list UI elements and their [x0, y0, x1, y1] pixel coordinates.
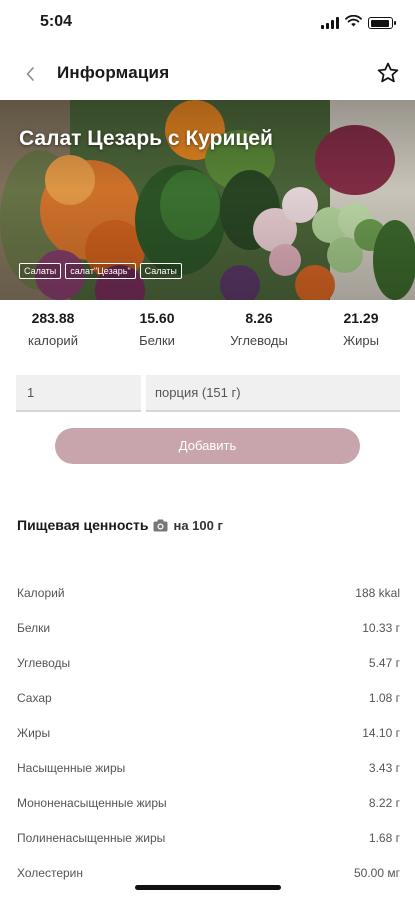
- nutrient-value: 1.08 г: [368, 690, 400, 705]
- nutrition-row: Насыщенные жиры 3.43 г: [17, 750, 400, 785]
- nutrient-name: Полиненасыщенные жиры: [17, 830, 166, 845]
- nutrition-row: Белки 10.33 г: [17, 610, 400, 645]
- nutrient-name: Сахар: [17, 690, 52, 705]
- macro-value: 15.60: [139, 310, 175, 326]
- nutrient-name: Мононенасыщенные жиры: [17, 795, 167, 810]
- tag-chip[interactable]: Салаты: [19, 263, 62, 279]
- nutrition-table: Калорий 188 kkal Белки 10.33 г Углеводы …: [17, 575, 400, 890]
- portion-select[interactable]: порция (151 г): [146, 375, 400, 412]
- signal-icon: [321, 17, 339, 29]
- nutrition-row: Мононенасыщенные жиры 8.22 г: [17, 785, 400, 820]
- macro-value: 21.29: [343, 310, 379, 326]
- nutrient-value: 10.33 г: [362, 620, 400, 635]
- nutrient-value: 188 kkal: [355, 585, 400, 600]
- macro-carbs: 8.26 Углеводы: [214, 310, 304, 348]
- nutrition-title: Пищевая ценность: [17, 517, 149, 533]
- nutrition-row: Калорий 188 kkal: [17, 575, 400, 610]
- macro-label: Белки: [139, 333, 175, 348]
- nutrient-value: 1.68 г: [368, 830, 400, 845]
- favorite-button[interactable]: [373, 58, 403, 88]
- back-button[interactable]: [16, 60, 44, 88]
- add-button[interactable]: Добавить: [55, 428, 360, 464]
- macro-value: 283.88: [31, 310, 75, 326]
- wifi-icon: [345, 14, 362, 32]
- camera-icon: [153, 519, 168, 531]
- nutrient-name: Жиры: [17, 725, 51, 740]
- nutrient-name: Белки: [17, 620, 51, 635]
- macro-value: 8.26: [245, 310, 273, 326]
- nutrition-row: Углеводы 5.47 г: [17, 645, 400, 680]
- tag-chip[interactable]: Салаты: [139, 263, 182, 279]
- macro-protein: 15.60 Белки: [112, 310, 202, 348]
- nav-bar: Информация: [0, 52, 415, 94]
- nutrition-per: на 100 г: [173, 517, 223, 533]
- status-time: 5:04: [40, 13, 73, 30]
- quantity-input[interactable]: 1: [16, 375, 141, 412]
- dish-tags: Салаты салат"Цезарь" Салаты: [19, 263, 182, 279]
- battery-icon: [368, 17, 396, 29]
- chevron-left-icon: [26, 67, 34, 81]
- macros-summary: 283.88 калорий 15.60 Белки 8.26 Углеводы…: [0, 310, 415, 354]
- macro-fat: 21.29 Жиры: [316, 310, 406, 348]
- nutrient-name: Холестерин: [17, 865, 83, 880]
- nutrient-name: Насыщенные жиры: [17, 760, 126, 775]
- dish-title: Салат Цезарь с Курицей: [19, 127, 273, 150]
- page-title: Информация: [57, 63, 170, 82]
- status-icons: [321, 14, 396, 32]
- macro-label: Углеводы: [230, 333, 288, 348]
- macro-label: Жиры: [343, 333, 379, 348]
- macro-calories: 283.88 калорий: [8, 310, 98, 348]
- tag-chip[interactable]: салат"Цезарь": [65, 263, 136, 279]
- nutrient-value: 8.22 г: [368, 795, 400, 810]
- nutrient-value: 3.43 г: [368, 760, 400, 775]
- nutrient-value: 14.10 г: [362, 725, 400, 740]
- status-bar: 5:04: [0, 0, 415, 44]
- nutrition-header: Пищевая ценность на 100 г: [17, 517, 223, 533]
- dish-hero-image: Салат Цезарь с Курицей Салаты салат"Цеза…: [0, 100, 415, 300]
- star-outline-icon: [377, 62, 399, 83]
- nutrition-row: Жиры 14.10 г: [17, 715, 400, 750]
- nutrient-name: Калорий: [17, 585, 65, 600]
- nutrition-row: Сахар 1.08 г: [17, 680, 400, 715]
- home-indicator[interactable]: [135, 885, 281, 890]
- nutrient-value: 50.00 мг: [354, 865, 400, 880]
- nutrient-value: 5.47 г: [368, 655, 400, 670]
- nutrient-name: Углеводы: [17, 655, 71, 670]
- nutrition-row: Полиненасыщенные жиры 1.68 г: [17, 820, 400, 855]
- macro-label: калорий: [28, 333, 78, 348]
